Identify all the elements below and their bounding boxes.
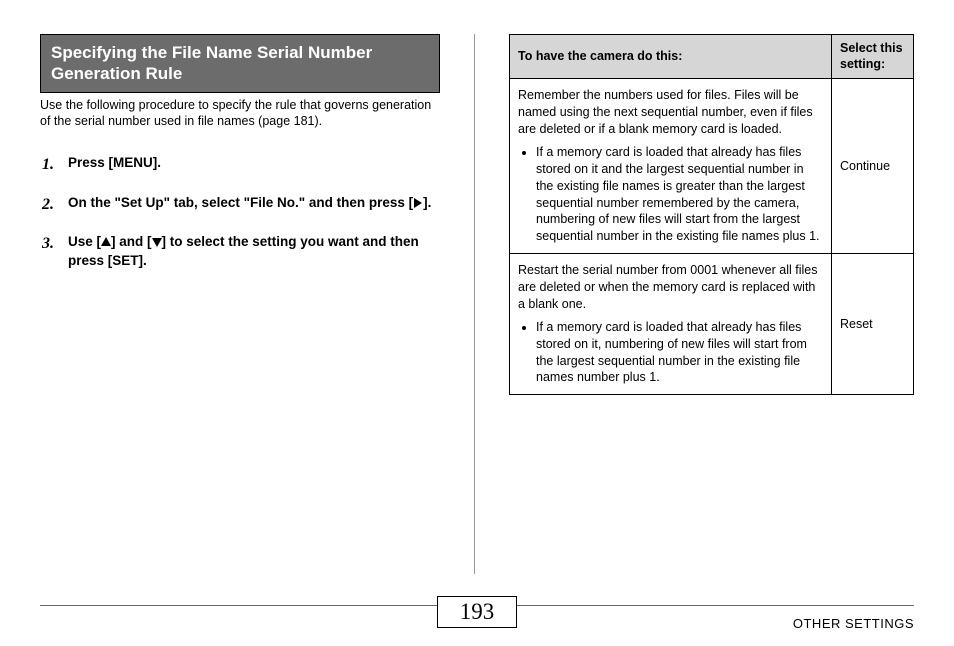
table-row: Restart the serial number from 0001 when… xyxy=(510,254,914,395)
step-text-part: On the "Set Up" tab, select "File No." a… xyxy=(68,195,413,210)
cell-description: Restart the serial number from 0001 when… xyxy=(510,254,832,395)
step-1: 1. Press [MENU]. xyxy=(42,154,440,176)
table-row: Remember the numbers used for files. Fil… xyxy=(510,79,914,254)
step-text: Press [MENU]. xyxy=(68,154,161,176)
cell-bullet-list: If a memory card is loaded that already … xyxy=(518,144,823,245)
settings-table: To have the camera do this: Select this … xyxy=(509,34,914,395)
right-triangle-icon xyxy=(413,198,423,208)
table-header-action: To have the camera do this: xyxy=(510,35,832,79)
manual-page: Specifying the File Name Serial Number G… xyxy=(0,0,954,646)
right-column: To have the camera do this: Select this … xyxy=(509,34,914,574)
content-columns: Specifying the File Name Serial Number G… xyxy=(40,34,914,574)
step-3: 3. Use [] and [] to select the setting y… xyxy=(42,233,440,269)
page-footer: 193 OTHER SETTINGS xyxy=(40,605,914,628)
footer-section-label: OTHER SETTINGS xyxy=(793,616,914,631)
cell-bullet: If a memory card is loaded that already … xyxy=(536,319,823,387)
table-header-row: To have the camera do this: Select this … xyxy=(510,35,914,79)
step-number: 1. xyxy=(42,154,60,176)
table-header-setting: Select this setting: xyxy=(832,35,914,79)
section-heading: Specifying the File Name Serial Number G… xyxy=(40,34,440,93)
cell-description: Remember the numbers used for files. Fil… xyxy=(510,79,832,254)
intro-text: Use the following procedure to specify t… xyxy=(40,97,440,131)
steps-list: 1. Press [MENU]. 2. On the "Set Up" tab,… xyxy=(40,154,440,270)
step-text-part: ] and [ xyxy=(111,234,152,249)
step-number: 3. xyxy=(42,233,60,269)
step-2: 2. On the "Set Up" tab, select "File No.… xyxy=(42,194,440,216)
left-column: Specifying the File Name Serial Number G… xyxy=(40,34,440,574)
up-triangle-icon xyxy=(101,237,111,247)
step-text: On the "Set Up" tab, select "File No." a… xyxy=(68,194,431,216)
cell-bullet: If a memory card is loaded that already … xyxy=(536,144,823,245)
down-triangle-icon xyxy=(152,237,162,247)
step-number: 2. xyxy=(42,194,60,216)
cell-para: Restart the serial number from 0001 when… xyxy=(518,263,817,311)
step-text: Use [] and [] to select the setting you … xyxy=(68,233,440,269)
step-text-part: ]. xyxy=(423,195,431,210)
page-number: 193 xyxy=(437,596,518,628)
cell-bullet-list: If a memory card is loaded that already … xyxy=(518,319,823,387)
cell-setting: Continue xyxy=(832,79,914,254)
cell-para: Remember the numbers used for files. Fil… xyxy=(518,88,813,136)
step-text-part: Use [ xyxy=(68,234,101,249)
footer-content: 193 OTHER SETTINGS xyxy=(40,610,914,628)
column-divider xyxy=(474,34,475,574)
cell-setting: Reset xyxy=(832,254,914,395)
